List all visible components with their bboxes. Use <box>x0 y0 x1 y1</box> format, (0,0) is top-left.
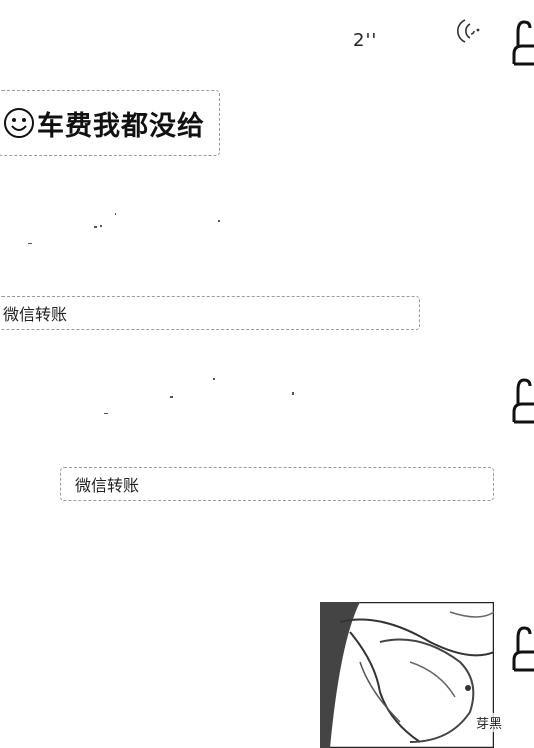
wechat-transfer-bubble[interactable]: 微信转账 <box>60 467 494 501</box>
smile-emoji-icon <box>4 108 34 138</box>
message-text: 车费我都没给 <box>37 110 205 142</box>
noise-speck <box>94 226 97 228</box>
voice-duration: 2'' <box>353 30 378 51</box>
noise-speck <box>218 220 220 222</box>
image-message[interactable] <box>320 602 494 748</box>
voice-wave-icon[interactable] <box>456 16 482 46</box>
avatar-icon[interactable] <box>510 14 534 66</box>
noise-speck <box>104 413 108 414</box>
avatar-icon[interactable] <box>510 620 534 672</box>
transfer-label: 微信转账 <box>3 305 68 324</box>
watermark-text: 芽黑 <box>474 713 505 732</box>
noise-speck <box>292 392 294 395</box>
noise-speck <box>213 378 215 380</box>
noise-speck <box>28 243 32 244</box>
noise-speck <box>170 396 173 398</box>
transfer-label: 微信转账 <box>75 476 140 495</box>
avatar-icon[interactable] <box>510 372 534 424</box>
noise-speck <box>100 225 102 227</box>
noise-speck <box>115 213 116 215</box>
message-bubble-text[interactable]: 车费我都没给 <box>0 90 220 156</box>
wechat-transfer-bubble[interactable]: 微信转账 <box>0 296 420 330</box>
